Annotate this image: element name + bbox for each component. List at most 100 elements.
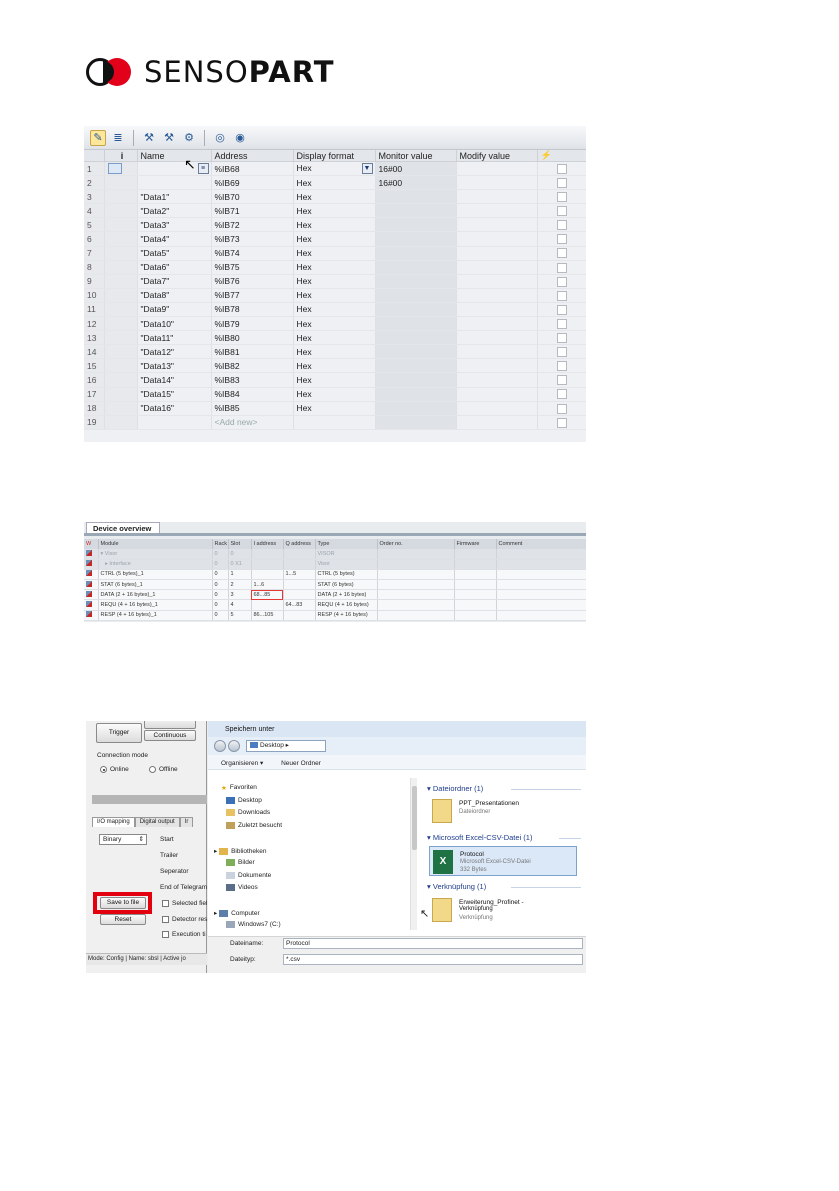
row-address[interactable]: %IB84: [211, 387, 294, 402]
row-force-checkbox[interactable]: [537, 344, 586, 360]
row-display-format[interactable]: Hex: [293, 387, 376, 402]
table-row[interactable]: CTRL (5 bytes)_1 0 1 1...5 CTRL (5 bytes): [84, 569, 586, 581]
tab-digital-output[interactable]: Digital output: [134, 817, 180, 827]
modify-now-icon[interactable]: ⚒: [161, 130, 177, 146]
table-row[interactable]: 16 "Data14" %IB83 Hex: [84, 372, 586, 388]
table-row[interactable]: ▾ Visor 0 0 VISOR: [84, 549, 586, 560]
table-row[interactable]: 5 "Data3" %IB72 Hex: [84, 217, 586, 233]
tree-bibliotheken[interactable]: ▸ Bibliotheken: [214, 847, 267, 855]
table-row[interactable]: 13 "Data11" %IB80 Hex: [84, 330, 586, 346]
tree-dokumente[interactable]: Dokumente: [226, 872, 271, 879]
tab-more[interactable]: Ir: [179, 817, 194, 827]
table-row[interactable]: 19 <Add new>: [84, 415, 586, 430]
row-force-checkbox[interactable]: [537, 175, 586, 191]
tree-computer[interactable]: ▸ Computer: [214, 909, 260, 917]
row-display-format[interactable]: Hex: [293, 231, 376, 247]
row-display-format[interactable]: Hex: [293, 401, 376, 416]
file-item-protocol[interactable]: X Protocol Microsoft Excel-CSV-Datei 332…: [429, 846, 577, 876]
modify-icon[interactable]: ⚒: [141, 130, 157, 146]
row-force-checkbox[interactable]: [537, 217, 586, 233]
table-row[interactable]: 17 "Data15" %IB84 Hex: [84, 387, 586, 402]
dropdown-arrow-icon[interactable]: ▼: [361, 163, 373, 175]
radio-offline[interactable]: Offline: [149, 766, 178, 773]
forward-icon[interactable]: [228, 740, 240, 752]
table-row[interactable]: 10 "Data8" %IB77 Hex: [84, 288, 586, 303]
row-force-checkbox[interactable]: [537, 189, 586, 205]
row-address[interactable]: %IB78: [211, 302, 294, 318]
organize-button[interactable]: Organisieren ▾: [221, 760, 263, 767]
table-row[interactable]: 15 "Data13" %IB82 Hex: [84, 358, 586, 374]
row-display-format[interactable]: Hex: [293, 344, 376, 360]
table-row[interactable]: 6 "Data4" %IB73 Hex: [84, 231, 586, 247]
row-force-checkbox[interactable]: [537, 372, 586, 388]
tree-bilder[interactable]: Bilder: [226, 859, 255, 866]
row-address[interactable]: %IB81: [211, 344, 294, 360]
row-modify-value[interactable]: [456, 161, 538, 177]
row-modify-value[interactable]: [456, 189, 538, 205]
trigger-button[interactable]: Trigger: [96, 723, 142, 743]
radio-online[interactable]: Online: [100, 766, 129, 773]
table-row[interactable]: 12 "Data10" %IB79 Hex: [84, 316, 586, 332]
monitor-once-icon[interactable]: ◉: [232, 130, 248, 146]
table-row[interactable]: 14 "Data12" %IB81 Hex: [84, 344, 586, 360]
continuous-button[interactable]: Continuous: [144, 730, 196, 741]
row-display-format[interactable]: Hex: [293, 217, 376, 233]
row-force-checkbox[interactable]: [537, 231, 586, 247]
row-address[interactable]: %IB83: [211, 372, 294, 388]
row-force-checkbox[interactable]: [537, 161, 586, 177]
row-display-format[interactable]: Hex ▼: [293, 161, 376, 177]
edit-icon[interactable]: ✎: [90, 129, 106, 146]
row-force-checkbox[interactable]: [537, 260, 586, 275]
row-modify-value[interactable]: [456, 401, 538, 416]
row-force-checkbox[interactable]: [537, 330, 586, 346]
table-row[interactable]: 8 "Data6" %IB75 Hex: [84, 260, 586, 275]
table-row[interactable]: 7 "Data5" %IB74 Hex: [84, 246, 586, 261]
row-address[interactable]: %IB77: [211, 288, 294, 303]
row-display-format[interactable]: Hex: [293, 330, 376, 346]
tab-io-mapping[interactable]: I/O mapping: [92, 817, 135, 827]
row-modify-value[interactable]: [456, 217, 538, 233]
table-row[interactable]: REQU (4 + 16 bytes)_1 0 4 64...83 REQU (4 + …: [84, 599, 586, 611]
file-item-ppt[interactable]: PPT_Presentationen Dateiordner: [429, 796, 577, 826]
row-address[interactable]: %IB76: [211, 274, 294, 289]
table-row[interactable]: 4 "Data2" %IB71 Hex: [84, 203, 586, 219]
tree-videos[interactable]: Videos: [226, 884, 258, 891]
row-address[interactable]: %IB79: [211, 316, 294, 332]
tree-desktop[interactable]: Desktop: [226, 797, 262, 804]
row-modify-value[interactable]: [456, 415, 538, 430]
row-address[interactable]: %IB82: [211, 358, 294, 374]
row-display-format[interactable]: Hex: [293, 372, 376, 388]
row-modify-value[interactable]: [456, 387, 538, 402]
row-modify-value[interactable]: [456, 246, 538, 261]
table-row[interactable]: 18 "Data16" %IB85 Hex: [84, 401, 586, 416]
row-display-format[interactable]: Hex: [293, 175, 376, 191]
row-force-checkbox[interactable]: [537, 387, 586, 402]
tree-downloads[interactable]: Downloads: [226, 809, 270, 816]
list-icon[interactable]: ≣: [110, 130, 126, 146]
row-display-format[interactable]: Hex: [293, 189, 376, 205]
row-address[interactable]: %IB70: [211, 189, 294, 205]
reset-button[interactable]: Reset: [100, 914, 146, 925]
row-display-format[interactable]: Hex: [293, 246, 376, 261]
row-modify-value[interactable]: [456, 372, 538, 388]
row-display-format[interactable]: Hex: [293, 274, 376, 289]
tree-favoriten[interactable]: ★ Favoriten: [221, 784, 257, 792]
table-row[interactable]: 9 "Data7" %IB76 Hex: [84, 274, 586, 289]
row-modify-value[interactable]: [456, 358, 538, 374]
table-row[interactable]: DATA (2 + 16 bytes)_1 0 3 68...85 DATA (2 + …: [84, 589, 586, 601]
detector-results-checkbox[interactable]: Detector res: [162, 916, 207, 923]
row-force-checkbox[interactable]: [537, 316, 586, 332]
row-force-checkbox[interactable]: [537, 401, 586, 416]
monitor-all-icon[interactable]: ◎: [212, 130, 228, 146]
top-button[interactable]: [144, 721, 196, 729]
row-display-format[interactable]: Hex: [293, 316, 376, 332]
row-address[interactable]: %IB85: [211, 401, 294, 416]
back-icon[interactable]: [214, 740, 226, 752]
row-address[interactable]: %IB74: [211, 246, 294, 261]
row-force-checkbox[interactable]: [537, 274, 586, 289]
row-address[interactable]: <Add new>: [211, 415, 294, 430]
tree-scrollbar[interactable]: [410, 778, 417, 930]
address-picker-icon[interactable]: ≡: [197, 163, 209, 175]
table-row[interactable]: STAT (6 bytes)_1 0 2 1...6 STAT (6 bytes): [84, 579, 586, 591]
row-modify-value[interactable]: [456, 330, 538, 346]
